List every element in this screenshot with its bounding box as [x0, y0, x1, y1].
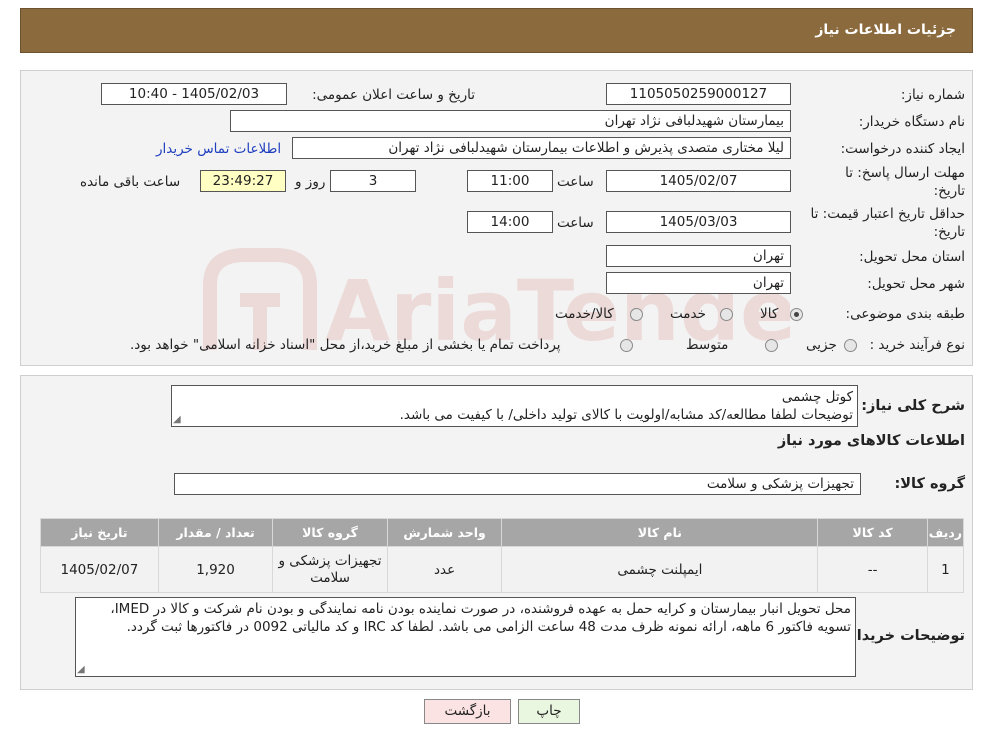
cell-unit: عدد [386, 546, 503, 593]
need-number-field: 1105050259000127 [606, 83, 791, 105]
creator-label: ایجاد کننده درخواست: [840, 141, 965, 157]
resize-grip-icon[interactable]: ◢ [173, 414, 181, 425]
col-unit: واحد شمارش [386, 518, 503, 547]
category-option-goods-service: کالا/خدمت [555, 306, 614, 322]
category-option-goods: کالا [760, 306, 779, 322]
deadline-label-date: تاریخ: [933, 183, 965, 199]
process-radio-medium[interactable] [765, 339, 778, 352]
col-name: نام کالا [501, 518, 819, 547]
table-row: 1 -- ایمپلنت چشمی عدد تجهیزات پزشکی و سل… [40, 546, 965, 593]
remaining-time-field: 23:49:27 [200, 170, 286, 192]
col-qty: تعداد / مقدار [157, 518, 274, 547]
process-option-minor: جزیی [806, 337, 837, 353]
page-header: جزئیات اطلاعات نیاز [20, 8, 973, 53]
col-row: ردیف [926, 518, 965, 547]
province-label: استان محل تحویل: [859, 249, 965, 265]
cell-code: -- [817, 546, 928, 593]
cell-qty: 1,920 [157, 546, 274, 593]
announce-field: 1405/02/03 - 10:40 [101, 83, 287, 105]
resize-grip-icon[interactable]: ◢ [77, 664, 85, 675]
buyer-notes-text: محل تحویل انبار بیمارستان و کرایه حمل به… [110, 601, 851, 635]
items-table: ردیف کد کالا نام کالا واحد شمارش گروه کا… [40, 518, 965, 593]
buyer-notes-textarea: محل تحویل انبار بیمارستان و کرایه حمل به… [75, 597, 856, 677]
cell-group: تجهیزات پزشکی و سلامت [272, 546, 388, 593]
cell-row: 1 [926, 546, 965, 593]
announce-label: تاریخ و ساعت اعلان عمومی: [312, 87, 475, 103]
table-header-row: ردیف کد کالا نام کالا واحد شمارش گروه کا… [40, 518, 965, 547]
creator-field: لیلا مختاری متصدی پذیرش و اطلاعات بیمارس… [292, 137, 791, 159]
page-title: جزئیات اطلاعات نیاز [815, 22, 956, 38]
buyer-org-field: بیمارستان شهیدلبافی نژاد تهران [230, 110, 791, 132]
days-field: 3 [330, 170, 416, 192]
validity-date-field: 1405/03/03 [606, 211, 791, 233]
buyer-notes-label: توضیحات خریدار: [842, 628, 965, 644]
back-button[interactable]: بازگشت [424, 699, 511, 724]
cell-date: 1405/02/07 [40, 546, 159, 593]
process-radio-treasury[interactable] [620, 339, 633, 352]
group-field: تجهیزات پزشکی و سلامت [174, 473, 861, 495]
province-field: تهران [606, 245, 791, 267]
buyer-contact-link[interactable]: اطلاعات تماس خریدار [156, 141, 281, 157]
remaining-label: ساعت باقی مانده [80, 174, 181, 190]
process-radio-minor[interactable] [844, 339, 857, 352]
deadline-time-label: ساعت [557, 174, 594, 190]
deadline-time-field: 11:00 [467, 170, 553, 192]
summary-textarea: کوتل چشمی توضیحات لطفا مطالعه/کد مشابه/ا… [171, 385, 858, 427]
category-option-service: خدمت [670, 306, 706, 322]
category-label: طبقه بندی موضوعی: [845, 306, 965, 322]
need-number-label: شماره نیاز: [900, 87, 965, 103]
validity-label: حداقل تاریخ اعتبار قیمت: تا [810, 206, 965, 222]
category-radio-service[interactable] [720, 308, 733, 321]
cell-name: ایمپلنت چشمی [501, 546, 819, 593]
process-label: نوع فرآیند خرید : [869, 337, 965, 353]
buyer-org-label: نام دستگاه خریدار: [858, 114, 965, 130]
validity-time-field: 14:00 [467, 211, 553, 233]
process-option-medium: متوسط [686, 337, 729, 353]
goods-info-title: اطلاعات کالاهای مورد نیاز [777, 433, 965, 449]
group-label: گروه کالا: [894, 476, 965, 492]
process-note: پرداخت تمام یا بخشی از مبلغ خرید،از محل … [130, 337, 561, 353]
city-field: تهران [606, 272, 791, 294]
validity-label-date: تاریخ: [933, 224, 965, 240]
city-label: شهر محل تحویل: [867, 276, 965, 292]
validity-time-label: ساعت [557, 215, 594, 231]
summary-line-2: توضیحات لطفا مطالعه/کد مشابه/اولویت با ک… [399, 407, 853, 423]
deadline-label: مهلت ارسال پاسخ: تا [845, 165, 965, 181]
days-label: روز و [295, 174, 326, 190]
col-group: گروه کالا [272, 518, 388, 547]
col-date: تاریخ نیاز [40, 518, 159, 547]
print-button[interactable]: چاپ [518, 699, 580, 724]
summary-label: شرح کلی نیاز: [861, 398, 965, 414]
deadline-date-field: 1405/02/07 [606, 170, 791, 192]
summary-line-1: کوتل چشمی [781, 389, 853, 405]
category-radio-goods-service[interactable] [630, 308, 643, 321]
category-radio-goods[interactable] [790, 308, 803, 321]
col-code: کد کالا [817, 518, 928, 547]
